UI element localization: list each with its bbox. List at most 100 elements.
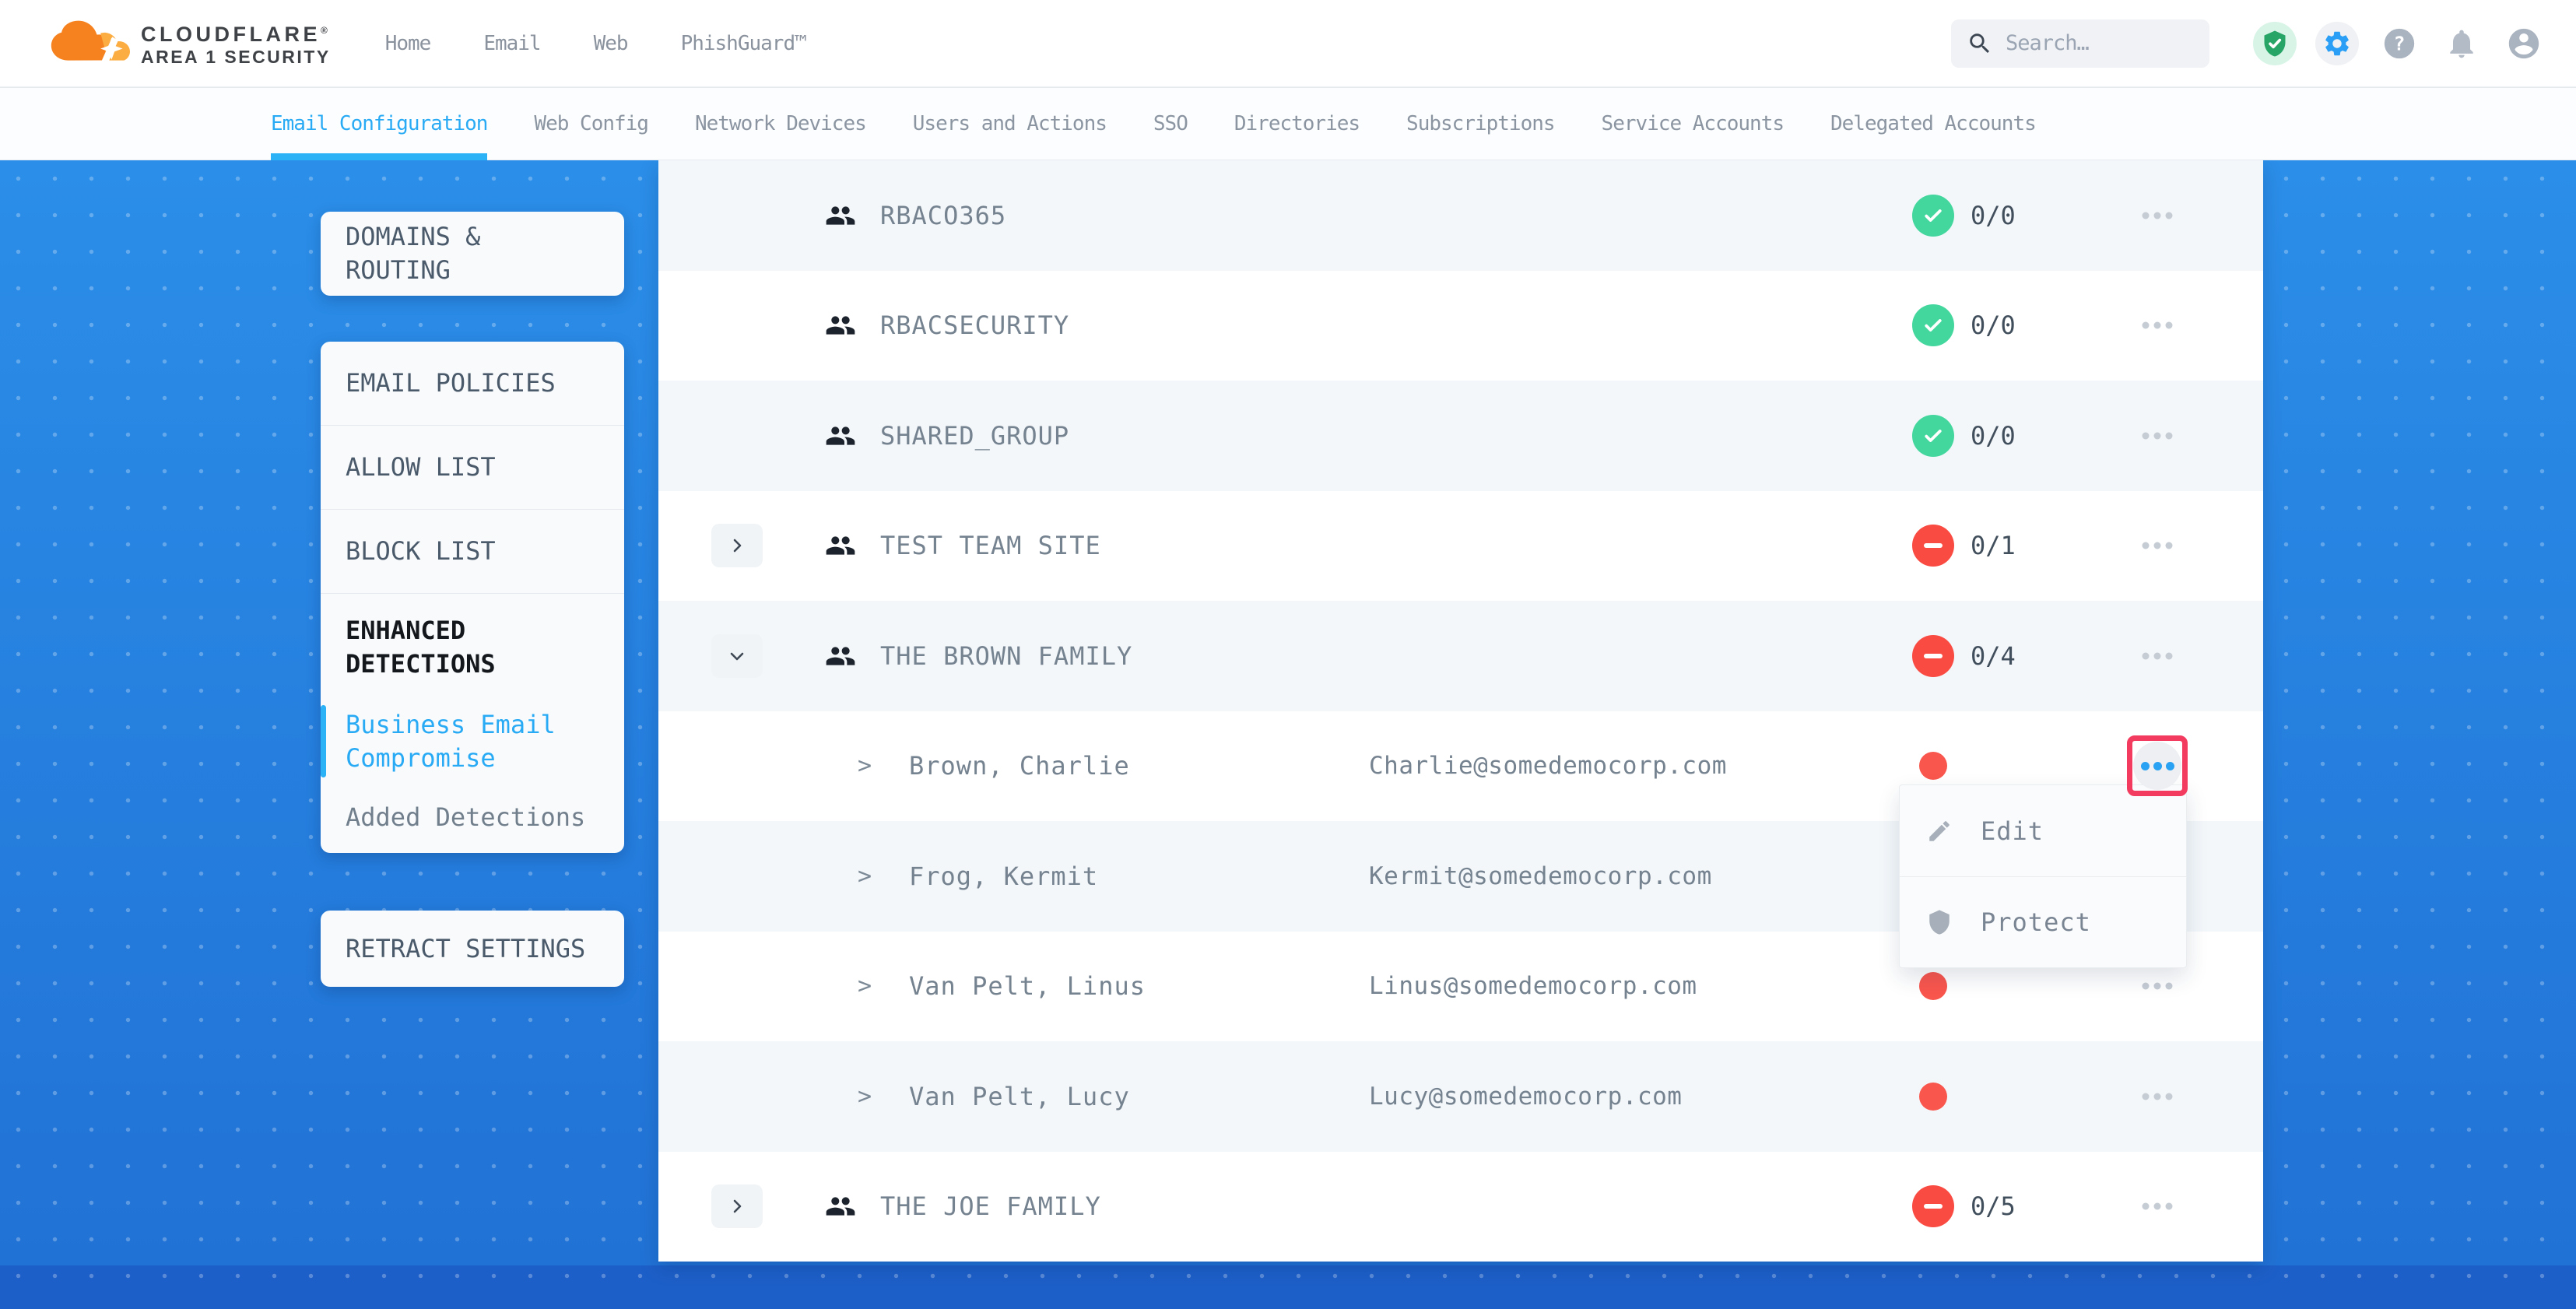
row-actions-menu-button[interactable] [2135, 975, 2181, 998]
search-input[interactable] [2006, 31, 2194, 55]
svg-text:?: ? [2394, 32, 2406, 54]
sidebar-card-domains-routing: DOMAINS & ROUTING [321, 212, 624, 296]
table-row-group: RBACO3650/0 [658, 160, 2263, 271]
table-row-group: THE BROWN FAMILY0/4 [658, 601, 2263, 711]
tab-service-accounts[interactable]: Service Accounts [1602, 88, 1784, 160]
tab-directories[interactable]: Directories [1234, 88, 1360, 160]
minus-bar [1924, 543, 1943, 548]
row-actions-highlighted [2127, 735, 2188, 796]
collapse-row-button[interactable] [711, 634, 763, 678]
member-chevron-icon: > [858, 973, 872, 1000]
shield-icon [1926, 909, 1953, 935]
row-actions-menu-button[interactable] [2135, 1195, 2181, 1218]
status-check-icon [1912, 304, 1954, 346]
row-actions-menu-button[interactable] [2135, 1085, 2181, 1107]
avatar-icon[interactable] [2502, 22, 2546, 65]
status-dot-unprotected [1919, 972, 1947, 1000]
search-box[interactable] [1951, 19, 2209, 68]
context-menu-item-protect[interactable]: Protect [1900, 876, 2186, 967]
member-name: Van Pelt, Linus [909, 971, 1146, 1001]
group-name: TEST TEAM SITE [880, 531, 1101, 560]
member-email: Kermit@somedemocorp.com [1369, 862, 1712, 890]
nav-email[interactable]: Email [483, 32, 540, 55]
member-chevron-icon: > [858, 1083, 872, 1110]
group-icon [825, 1193, 856, 1220]
member-name: Frog, Kermit [909, 862, 1098, 891]
table-row-group: SHARED_GROUP 0/0 [658, 381, 2263, 491]
sidebar-item-added-detections[interactable]: Added Detections [321, 782, 624, 853]
cloudflare-logo[interactable]: CLOUDFLARE® AREA 1 SECURITY [49, 19, 331, 68]
primary-nav: Home Email Web PhishGuard™ [385, 32, 806, 55]
sidebar-item-business-email-compromise[interactable]: Business Email Compromise [321, 700, 624, 782]
table-row-group: THE JOE FAMILY0/5 [658, 1152, 2263, 1262]
row-actions-menu-button[interactable] [2135, 644, 2181, 667]
row-actions-menu-button[interactable] [2135, 424, 2181, 447]
sidebar-item-retract-settings[interactable]: RETRACT SETTINGS [321, 911, 624, 987]
group-name: RBACSECURITY [880, 311, 1069, 340]
protected-count: 0/0 [1971, 311, 2016, 340]
status-check-icon [1912, 415, 1954, 457]
protected-count: 0/4 [1971, 641, 2016, 671]
section-tabs: Email Configuration Web Config Network D… [0, 87, 2576, 160]
logo-text: CLOUDFLARE® AREA 1 SECURITY [141, 19, 331, 68]
group-icon [825, 202, 856, 229]
context-menu-label: Edit [1981, 816, 2044, 846]
row-actions-menu-button[interactable] [2135, 204, 2181, 226]
group-name: RBACO365 [880, 201, 1006, 230]
row-actions-menu-button[interactable] [2135, 314, 2181, 337]
cloudflare-cloud-icon [49, 20, 130, 67]
member-chevron-icon: > [858, 753, 872, 780]
brand-subtitle: AREA 1 SECURITY [141, 46, 331, 68]
member-chevron-icon: > [858, 862, 872, 890]
group-name: THE JOE FAMILY [880, 1191, 1101, 1221]
group-icon [825, 532, 856, 559]
sidebar-item-domains-routing[interactable]: DOMAINS & ROUTING [321, 212, 624, 296]
tab-delegated-accounts[interactable]: Delegated Accounts [1830, 88, 2036, 160]
sidebar-item-block-list[interactable]: BLOCK LIST [321, 510, 624, 594]
member-name: Brown, Charlie [909, 751, 1130, 781]
tab-web-config[interactable]: Web Config [534, 88, 648, 160]
tab-email-configuration[interactable]: Email Configuration [271, 88, 487, 160]
page: CLOUDFLARE® AREA 1 SECURITY Home Email W… [0, 0, 2576, 1309]
groups-table: RBACO3650/0RBACSECURITY0/0SHARED_GROUP0/… [658, 160, 2263, 1262]
nav-home[interactable]: Home [385, 32, 431, 55]
protected-count: 0/1 [1971, 531, 2016, 560]
header-icon-buttons: ? [2253, 22, 2546, 65]
nav-web[interactable]: Web [594, 32, 628, 55]
tab-sso[interactable]: SSO [1153, 88, 1188, 160]
bell-icon[interactable] [2440, 22, 2483, 65]
member-email: Lucy@somedemocorp.com [1369, 1083, 1682, 1111]
expand-row-button[interactable] [711, 1184, 763, 1228]
context-menu-label: Protect [1981, 907, 2091, 937]
row-actions-menu-button[interactable] [2135, 535, 2181, 557]
nav-phishguard[interactable]: PhishGuard™ [681, 32, 806, 55]
row-context-menu: Edit Protect [1899, 784, 2187, 968]
expand-row-button[interactable] [711, 524, 763, 567]
status-minus-icon [1912, 635, 1954, 677]
protected-count: 0/0 [1971, 421, 2016, 451]
shield-check-icon[interactable] [2253, 22, 2297, 65]
sidebar-card-retract-settings: RETRACT SETTINGS [321, 911, 624, 987]
table-row-group: RBACSECURITY 0/0 [658, 271, 2263, 381]
sidebar-item-allow-list[interactable]: ALLOW LIST [321, 426, 624, 510]
sidebar-card-policies: EMAIL POLICIES ALLOW LIST BLOCK LIST ENH… [321, 342, 624, 853]
registered-mark: ® [321, 25, 328, 36]
member-email: Charlie@somedemocorp.com [1369, 752, 1727, 780]
member-email: Linus@somedemocorp.com [1369, 972, 1697, 1000]
group-name: SHARED_GROUP [880, 421, 1069, 451]
pencil-icon [1926, 818, 1953, 844]
groups-table-panel: RBACO3650/0RBACSECURITY0/0SHARED_GROUP0/… [658, 160, 2263, 1262]
tab-users-and-actions[interactable]: Users and Actions [913, 88, 1107, 160]
sidebar-item-enhanced-detections[interactable]: ENHANCED DETECTIONS [321, 594, 624, 700]
search-icon [1967, 30, 1993, 57]
help-icon[interactable]: ? [2378, 22, 2421, 65]
sidebar-item-email-policies[interactable]: EMAIL POLICIES [321, 342, 624, 426]
minus-bar [1924, 1204, 1943, 1209]
gear-icon[interactable] [2315, 22, 2359, 65]
row-actions-menu-button[interactable] [2133, 742, 2181, 790]
status-minus-icon [1912, 1185, 1954, 1227]
tab-subscriptions[interactable]: Subscriptions [1406, 88, 1555, 160]
tab-network-devices[interactable]: Network Devices [695, 88, 866, 160]
status-minus-icon [1912, 525, 1954, 567]
context-menu-item-edit[interactable]: Edit [1900, 785, 2186, 876]
